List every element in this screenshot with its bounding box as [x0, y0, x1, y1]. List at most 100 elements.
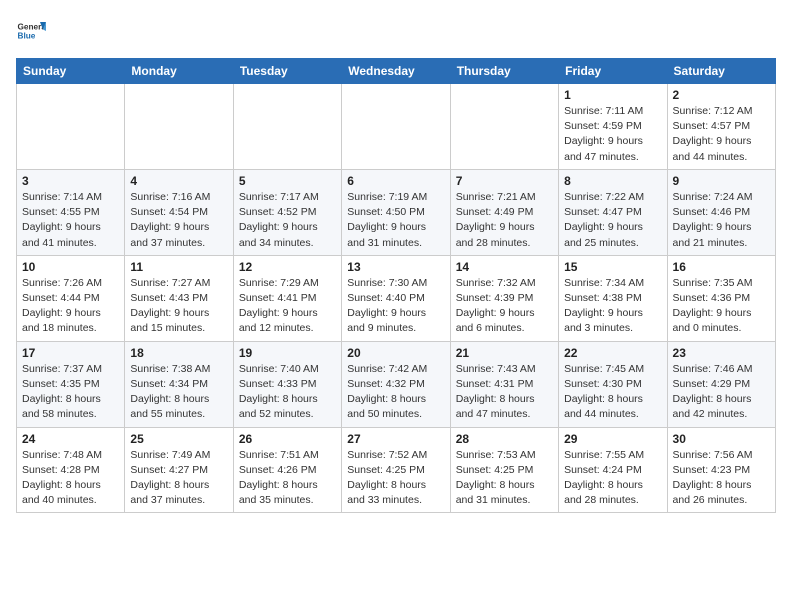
- calendar-cell: 9 Sunrise: 7:24 AM Sunset: 4:46 PM Daylig…: [667, 169, 775, 255]
- calendar-cell: 27 Sunrise: 7:52 AM Sunset: 4:25 PM Dayli…: [342, 427, 450, 513]
- day-number: 22: [564, 346, 661, 360]
- calendar-cell: 5 Sunrise: 7:17 AM Sunset: 4:52 PM Daylig…: [233, 169, 341, 255]
- day-info: Sunrise: 7:11 AM Sunset: 4:59 PM Dayligh…: [564, 104, 661, 165]
- day-info: Sunrise: 7:40 AM Sunset: 4:33 PM Dayligh…: [239, 362, 336, 423]
- day-info: Sunrise: 7:12 AM Sunset: 4:57 PM Dayligh…: [673, 104, 770, 165]
- day-number: 13: [347, 260, 444, 274]
- col-header-saturday: Saturday: [667, 59, 775, 84]
- col-header-thursday: Thursday: [450, 59, 558, 84]
- day-number: 8: [564, 174, 661, 188]
- day-number: 7: [456, 174, 553, 188]
- calendar-cell: 20 Sunrise: 7:42 AM Sunset: 4:32 PM Dayli…: [342, 341, 450, 427]
- calendar-week-2: 10 Sunrise: 7:26 AM Sunset: 4:44 PM Dayli…: [17, 255, 776, 341]
- day-info: Sunrise: 7:24 AM Sunset: 4:46 PM Dayligh…: [673, 190, 770, 251]
- calendar-table: SundayMondayTuesdayWednesdayThursdayFrid…: [16, 58, 776, 513]
- day-info: Sunrise: 7:16 AM Sunset: 4:54 PM Dayligh…: [130, 190, 227, 251]
- calendar-cell: 2 Sunrise: 7:12 AM Sunset: 4:57 PM Daylig…: [667, 84, 775, 170]
- calendar-cell: [450, 84, 558, 170]
- day-number: 29: [564, 432, 661, 446]
- calendar-cell: 3 Sunrise: 7:14 AM Sunset: 4:55 PM Daylig…: [17, 169, 125, 255]
- day-info: Sunrise: 7:46 AM Sunset: 4:29 PM Dayligh…: [673, 362, 770, 423]
- calendar-week-0: 1 Sunrise: 7:11 AM Sunset: 4:59 PM Daylig…: [17, 84, 776, 170]
- day-number: 18: [130, 346, 227, 360]
- day-number: 30: [673, 432, 770, 446]
- page-header: General Blue: [16, 16, 776, 46]
- day-info: Sunrise: 7:55 AM Sunset: 4:24 PM Dayligh…: [564, 448, 661, 509]
- day-number: 12: [239, 260, 336, 274]
- day-number: 9: [673, 174, 770, 188]
- day-number: 11: [130, 260, 227, 274]
- day-number: 3: [22, 174, 119, 188]
- col-header-friday: Friday: [559, 59, 667, 84]
- day-info: Sunrise: 7:37 AM Sunset: 4:35 PM Dayligh…: [22, 362, 119, 423]
- day-info: Sunrise: 7:45 AM Sunset: 4:30 PM Dayligh…: [564, 362, 661, 423]
- calendar-cell: 6 Sunrise: 7:19 AM Sunset: 4:50 PM Daylig…: [342, 169, 450, 255]
- col-header-monday: Monday: [125, 59, 233, 84]
- col-header-sunday: Sunday: [17, 59, 125, 84]
- day-info: Sunrise: 7:53 AM Sunset: 4:25 PM Dayligh…: [456, 448, 553, 509]
- calendar-cell: 11Sunrise: 7:27 AM Sunset: 4:43 PM Dayli…: [125, 255, 233, 341]
- calendar-cell: 25 Sunrise: 7:49 AM Sunset: 4:27 PM Dayli…: [125, 427, 233, 513]
- day-number: 25: [130, 432, 227, 446]
- day-info: Sunrise: 7:21 AM Sunset: 4:49 PM Dayligh…: [456, 190, 553, 251]
- calendar-cell: 28 Sunrise: 7:53 AM Sunset: 4:25 PM Dayli…: [450, 427, 558, 513]
- calendar-cell: 12Sunrise: 7:29 AM Sunset: 4:41 PM Dayli…: [233, 255, 341, 341]
- day-number: 20: [347, 346, 444, 360]
- calendar-cell: 14Sunrise: 7:32 AM Sunset: 4:39 PM Dayli…: [450, 255, 558, 341]
- day-info: Sunrise: 7:38 AM Sunset: 4:34 PM Dayligh…: [130, 362, 227, 423]
- calendar-week-3: 17Sunrise: 7:37 AM Sunset: 4:35 PM Dayli…: [17, 341, 776, 427]
- day-number: 28: [456, 432, 553, 446]
- calendar-cell: 23 Sunrise: 7:46 AM Sunset: 4:29 PM Dayli…: [667, 341, 775, 427]
- calendar-cell: 18 Sunrise: 7:38 AM Sunset: 4:34 PM Dayli…: [125, 341, 233, 427]
- day-info: Sunrise: 7:56 AM Sunset: 4:23 PM Dayligh…: [673, 448, 770, 509]
- day-number: 15: [564, 260, 661, 274]
- calendar-cell: 26 Sunrise: 7:51 AM Sunset: 4:26 PM Dayli…: [233, 427, 341, 513]
- day-number: 27: [347, 432, 444, 446]
- calendar-cell: 22 Sunrise: 7:45 AM Sunset: 4:30 PM Dayli…: [559, 341, 667, 427]
- day-info: Sunrise: 7:19 AM Sunset: 4:50 PM Dayligh…: [347, 190, 444, 251]
- logo: General Blue: [16, 16, 50, 46]
- day-info: Sunrise: 7:42 AM Sunset: 4:32 PM Dayligh…: [347, 362, 444, 423]
- day-info: Sunrise: 7:51 AM Sunset: 4:26 PM Dayligh…: [239, 448, 336, 509]
- day-info: Sunrise: 7:52 AM Sunset: 4:25 PM Dayligh…: [347, 448, 444, 509]
- calendar-cell: 29 Sunrise: 7:55 AM Sunset: 4:24 PM Dayli…: [559, 427, 667, 513]
- svg-text:Blue: Blue: [18, 32, 36, 41]
- day-number: 2: [673, 88, 770, 102]
- day-number: 10: [22, 260, 119, 274]
- day-info: Sunrise: 7:48 AM Sunset: 4:28 PM Dayligh…: [22, 448, 119, 509]
- calendar-cell: [125, 84, 233, 170]
- day-number: 5: [239, 174, 336, 188]
- day-number: 4: [130, 174, 227, 188]
- day-number: 6: [347, 174, 444, 188]
- calendar-cell: 30 Sunrise: 7:56 AM Sunset: 4:23 PM Dayli…: [667, 427, 775, 513]
- calendar-cell: 1 Sunrise: 7:11 AM Sunset: 4:59 PM Daylig…: [559, 84, 667, 170]
- day-info: Sunrise: 7:17 AM Sunset: 4:52 PM Dayligh…: [239, 190, 336, 251]
- logo-icon: General Blue: [16, 16, 46, 46]
- day-info: Sunrise: 7:14 AM Sunset: 4:55 PM Dayligh…: [22, 190, 119, 251]
- calendar-cell: 19Sunrise: 7:40 AM Sunset: 4:33 PM Dayli…: [233, 341, 341, 427]
- day-number: 1: [564, 88, 661, 102]
- day-number: 26: [239, 432, 336, 446]
- calendar-cell: [233, 84, 341, 170]
- day-info: Sunrise: 7:49 AM Sunset: 4:27 PM Dayligh…: [130, 448, 227, 509]
- calendar-cell: 13 Sunrise: 7:30 AM Sunset: 4:40 PM Dayli…: [342, 255, 450, 341]
- calendar-cell: 16Sunrise: 7:35 AM Sunset: 4:36 PM Dayli…: [667, 255, 775, 341]
- col-header-tuesday: Tuesday: [233, 59, 341, 84]
- day-number: 14: [456, 260, 553, 274]
- calendar-cell: [17, 84, 125, 170]
- day-info: Sunrise: 7:26 AM Sunset: 4:44 PM Dayligh…: [22, 276, 119, 337]
- calendar-cell: 4 Sunrise: 7:16 AM Sunset: 4:54 PM Daylig…: [125, 169, 233, 255]
- calendar-cell: 21Sunrise: 7:43 AM Sunset: 4:31 PM Dayli…: [450, 341, 558, 427]
- day-info: Sunrise: 7:30 AM Sunset: 4:40 PM Dayligh…: [347, 276, 444, 337]
- day-number: 21: [456, 346, 553, 360]
- day-info: Sunrise: 7:22 AM Sunset: 4:47 PM Dayligh…: [564, 190, 661, 251]
- calendar-cell: 8 Sunrise: 7:22 AM Sunset: 4:47 PM Daylig…: [559, 169, 667, 255]
- calendar-week-1: 3 Sunrise: 7:14 AM Sunset: 4:55 PM Daylig…: [17, 169, 776, 255]
- calendar-cell: 17Sunrise: 7:37 AM Sunset: 4:35 PM Dayli…: [17, 341, 125, 427]
- calendar-week-4: 24Sunrise: 7:48 AM Sunset: 4:28 PM Dayli…: [17, 427, 776, 513]
- day-number: 16: [673, 260, 770, 274]
- day-number: 23: [673, 346, 770, 360]
- calendar-header-row: SundayMondayTuesdayWednesdayThursdayFrid…: [17, 59, 776, 84]
- col-header-wednesday: Wednesday: [342, 59, 450, 84]
- calendar-cell: 10 Sunrise: 7:26 AM Sunset: 4:44 PM Dayli…: [17, 255, 125, 341]
